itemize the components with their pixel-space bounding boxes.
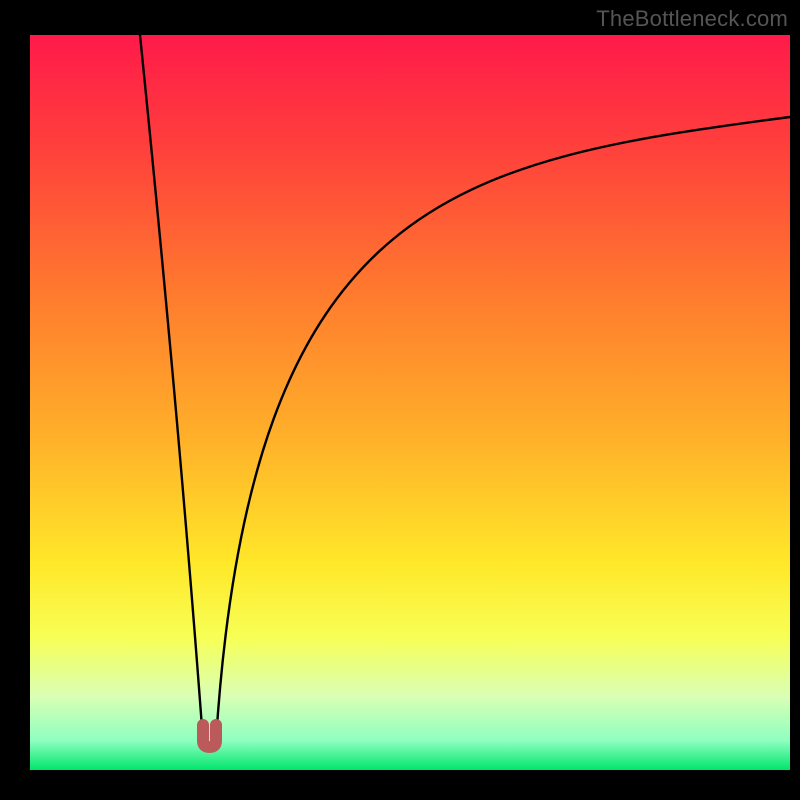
chart-frame: TheBottleneck.com bbox=[0, 0, 800, 800]
gradient-background bbox=[30, 35, 790, 770]
watermark-label: TheBottleneck.com bbox=[596, 6, 788, 32]
bottleneck-chart bbox=[30, 35, 790, 770]
